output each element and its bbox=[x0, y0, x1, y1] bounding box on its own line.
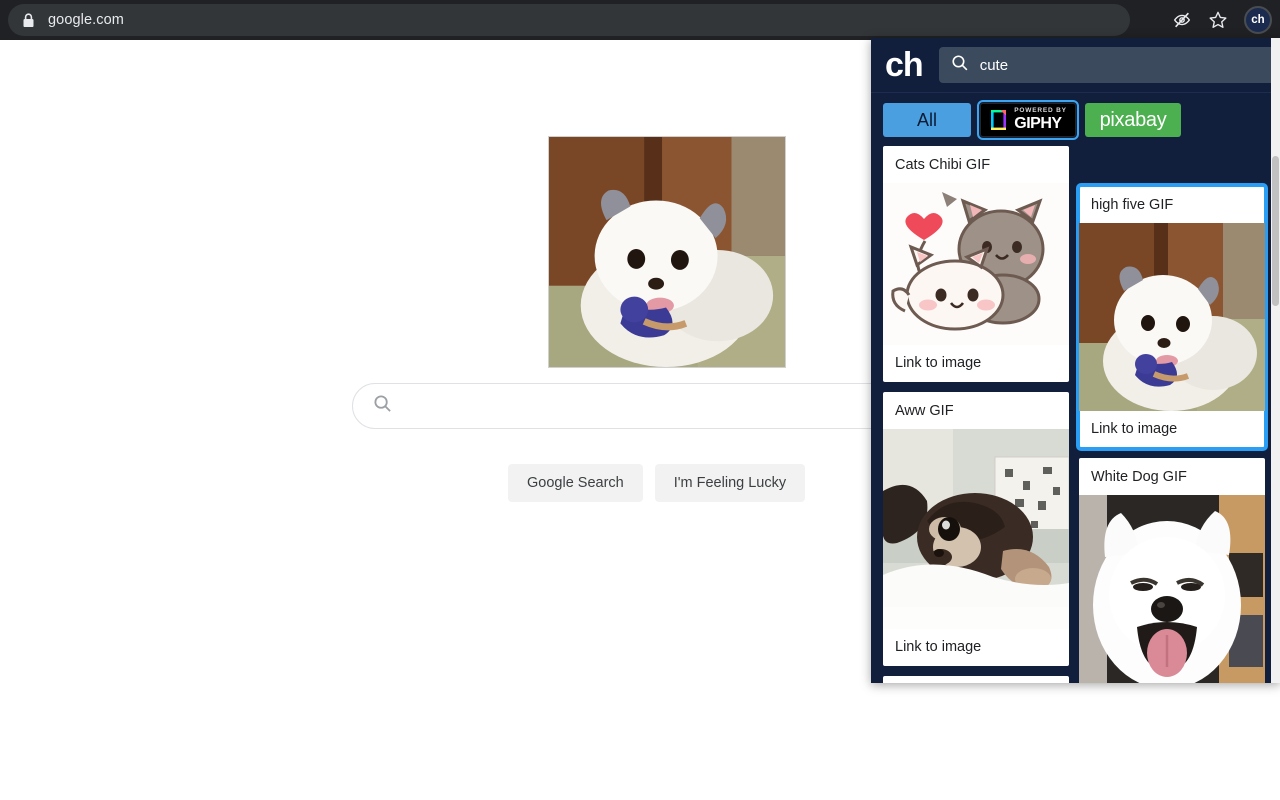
browser-toolbar: google.com ch bbox=[0, 0, 1280, 40]
search-icon bbox=[951, 54, 969, 77]
gif-card-title: high five GIF bbox=[1091, 197, 1174, 213]
gif-card-white-dog[interactable]: White Dog GIF bbox=[1079, 458, 1265, 683]
tab-pixabay-label: pixabay bbox=[1099, 108, 1167, 131]
gif-card-image bbox=[883, 429, 1069, 629]
results-column-right: high five GIF Link to image White Dog GI… bbox=[1076, 183, 1268, 683]
panel-scrollbar-thumb[interactable] bbox=[1272, 156, 1279, 306]
results-column-left: Cats Chibi GIF Link to image Aww GIF Lin… bbox=[883, 146, 1069, 683]
gif-card-title bbox=[883, 676, 1069, 683]
gif-results-grid: Cats Chibi GIF Link to image Aww GIF Lin… bbox=[871, 146, 1280, 683]
giphy-powered-label: POWERED BY bbox=[1014, 107, 1067, 115]
browser-actions: ch bbox=[1166, 4, 1272, 36]
giphy-label: GIPHY bbox=[1014, 114, 1062, 132]
gif-card-cats-chibi[interactable]: Cats Chibi GIF Link to image bbox=[883, 146, 1069, 382]
google-search-input[interactable] bbox=[406, 397, 886, 415]
gif-card-image bbox=[883, 183, 1069, 345]
lock-icon bbox=[22, 12, 36, 28]
source-filter-tabs: All POWERED BY GIPHY pixabay bbox=[871, 93, 1280, 145]
gif-card-partial-left[interactable] bbox=[883, 676, 1069, 683]
extension-logo: ch bbox=[885, 46, 924, 84]
google-search-bar[interactable] bbox=[352, 383, 912, 429]
gif-card-title: Cats Chibi GIF bbox=[895, 157, 991, 173]
google-search-button[interactable]: Google Search bbox=[508, 464, 643, 502]
inserted-gif-image bbox=[548, 136, 786, 368]
star-icon[interactable] bbox=[1202, 4, 1234, 36]
gif-card-title: Aww GIF bbox=[895, 403, 954, 419]
giphy-logo-icon bbox=[989, 109, 1009, 131]
gif-extension-panel: ch All bbox=[871, 38, 1280, 683]
gif-card-aww[interactable]: Aww GIF Link to image bbox=[883, 392, 1069, 666]
gif-card-high-five[interactable]: high five GIF Link to image bbox=[1076, 183, 1268, 451]
google-button-row: Google Search I'm Feeling Lucky bbox=[508, 464, 806, 502]
tab-all-label: All bbox=[916, 109, 937, 130]
gif-card-link[interactable]: Link to image bbox=[883, 629, 1069, 666]
eye-slash-icon[interactable] bbox=[1166, 4, 1198, 36]
extension-search-input[interactable] bbox=[979, 56, 1280, 74]
gif-card-image bbox=[1079, 223, 1265, 411]
extension-search-box[interactable] bbox=[938, 47, 1280, 83]
extension-header: ch bbox=[871, 38, 1280, 93]
gif-card-link[interactable]: Link to image bbox=[1079, 411, 1265, 448]
tab-all[interactable]: All bbox=[883, 103, 971, 137]
feeling-lucky-button[interactable]: I'm Feeling Lucky bbox=[654, 464, 806, 502]
address-bar-url: google.com bbox=[48, 12, 124, 28]
gif-card-image bbox=[1079, 495, 1265, 683]
tab-giphy[interactable]: POWERED BY GIPHY bbox=[977, 100, 1079, 140]
search-icon bbox=[373, 394, 392, 418]
gif-card-title: White Dog GIF bbox=[1091, 469, 1187, 485]
tab-pixabay[interactable]: pixabay bbox=[1085, 103, 1181, 137]
panel-scrollbar[interactable] bbox=[1271, 38, 1280, 683]
avatar[interactable]: ch bbox=[1244, 6, 1272, 34]
address-bar[interactable]: google.com bbox=[8, 4, 1130, 36]
gif-card-link[interactable]: Link to image bbox=[883, 345, 1069, 382]
